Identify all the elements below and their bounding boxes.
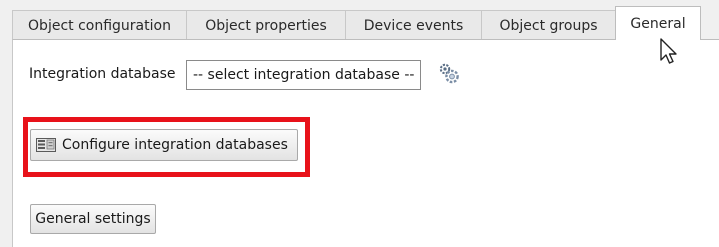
dialog-window: Object configuration Object properties D… <box>0 0 719 247</box>
database-config-icon <box>36 138 56 152</box>
configure-button-label: Configure integration databases <box>62 137 288 153</box>
configure-integration-databases-button[interactable]: Configure integration databases <box>30 129 298 161</box>
tab-label: Object configuration <box>28 17 171 34</box>
tab-general[interactable]: General <box>615 6 701 40</box>
tab-label: General <box>630 16 686 32</box>
tab-object-groups[interactable]: Object groups <box>481 10 616 40</box>
tab-device-events[interactable]: Device events <box>345 10 482 40</box>
tab-object-properties[interactable]: Object properties <box>186 10 346 40</box>
general-tab-panel: Integration database -- select integrati… <box>12 39 719 247</box>
tab-bar: Object configuration Object properties D… <box>12 6 701 40</box>
integration-database-label: Integration database <box>29 66 176 82</box>
integration-settings-button[interactable] <box>435 60 463 88</box>
general-settings-label: General settings <box>35 211 151 227</box>
tab-object-configuration[interactable]: Object configuration <box>12 10 187 40</box>
integration-database-select-value: -- select integration database -- <box>193 67 415 83</box>
tab-label: Object properties <box>205 17 327 34</box>
integration-database-select[interactable]: -- select integration database -- <box>186 60 421 90</box>
gear-icon <box>439 63 459 84</box>
general-settings-button[interactable]: General settings <box>30 204 156 234</box>
mouse-cursor-icon <box>660 38 677 64</box>
tab-label: Device events <box>363 17 464 34</box>
tab-label: Object groups <box>499 17 598 34</box>
